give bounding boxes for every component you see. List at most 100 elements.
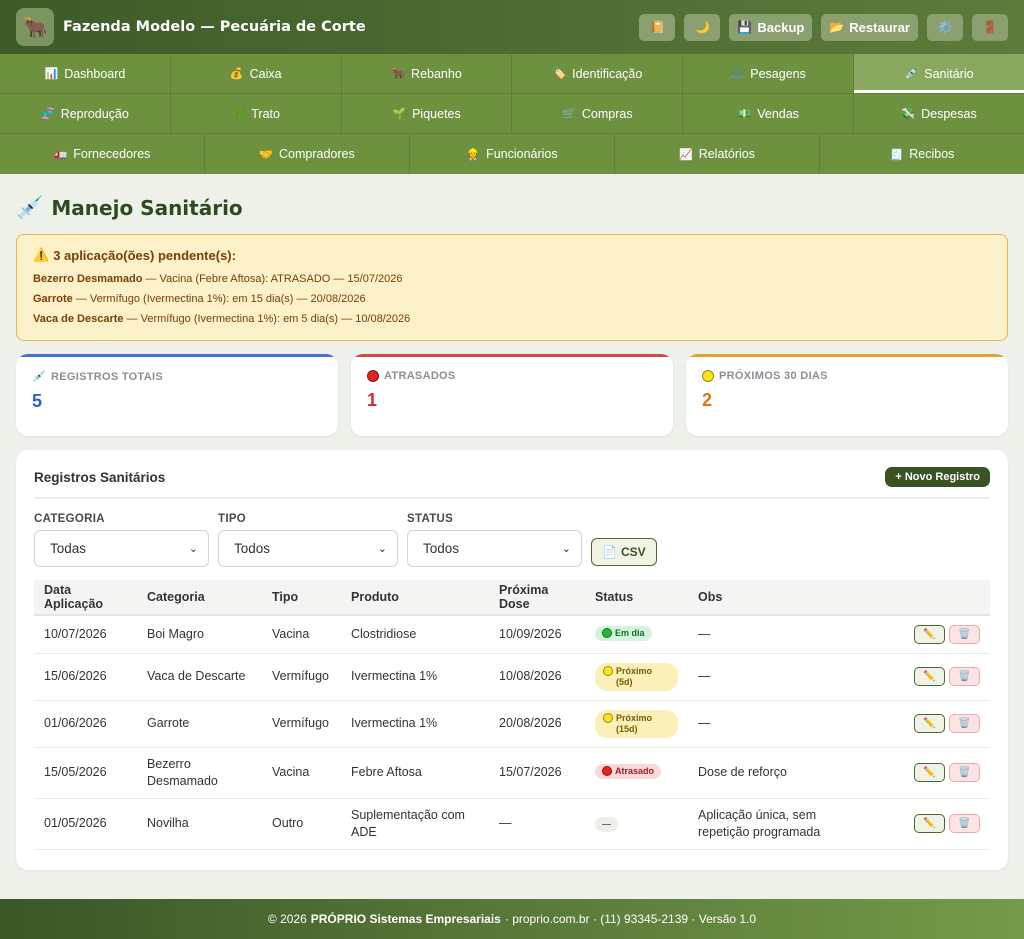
theme-toggle-button[interactable]: 🌙 (684, 13, 721, 41)
cell-data: 01/06/2026 (34, 700, 137, 748)
table-row: 10/07/2026 Boi Magro Vacina Clostridiose… (34, 615, 990, 654)
backup-label: Backup (757, 19, 805, 35)
table-row: 15/06/2026 Vaca de Descarte Vermífugo Iv… (34, 653, 990, 701)
banknote-icon: 💵 (737, 108, 752, 120)
status-text: Atrasado (615, 765, 655, 776)
status-badge: — (595, 817, 618, 832)
floppy-icon: 💾 (737, 20, 753, 34)
settings-button[interactable]: ⚙️ (927, 13, 963, 41)
delete-button[interactable]: 🗑️ (949, 814, 980, 833)
tab-trato[interactable]: 🌿 Trato (171, 94, 342, 133)
app-title: Fazenda Modelo — Pecuária de Corte (63, 19, 366, 35)
nav-row-1: 📊 Dashboard 💰 Caixa 🐂 Rebanho 🏷️ Identificaç… (0, 54, 1024, 94)
pending-alert: ⚠️ 3 aplicação(ões) pendente(s): Bezerro… (16, 234, 1008, 341)
footer-copyright: © 2026 (267, 912, 307, 926)
dna-icon: 🧬 (41, 108, 55, 120)
csv-export-button[interactable]: 📄 CSV (591, 538, 657, 566)
table-header-row: Data Aplicação Categoria Tipo Produto Pr… (34, 580, 990, 616)
cell-tipo: Vermífugo (262, 700, 341, 748)
cell-data: 15/05/2026 (34, 747, 137, 799)
delete-button[interactable]: 🗑️ (949, 667, 980, 686)
filter-status: STATUS Todos ⌄ (407, 513, 582, 567)
stat-value: 1 (367, 390, 378, 410)
receipt-icon: 🧾 (889, 148, 904, 161)
delete-button[interactable]: 🗑️ (949, 714, 980, 733)
cell-proxima: 10/08/2026 (489, 653, 585, 701)
cell-proxima: 20/08/2026 (489, 700, 585, 748)
backup-button[interactable]: 💾 Backup (729, 13, 813, 41)
panel-header: Registros Sanitários + Novo Registro (34, 467, 990, 499)
tab-pesagens[interactable]: ⚖️ Pesagens (683, 54, 855, 93)
tipo-select[interactable]: Todos ⌄ (218, 530, 398, 567)
col-header: Tipo (262, 580, 341, 616)
cell-tipo: Vacina (262, 615, 341, 654)
green-circle-icon (602, 628, 612, 638)
filter-tipo: TIPO Todos ⌄ (218, 513, 398, 567)
tab-identificacao[interactable]: 🏷️ Identificação (512, 54, 684, 93)
edit-button[interactable]: ✏️ (914, 624, 945, 644)
edit-button[interactable]: ✏️ (914, 714, 945, 733)
tab-compradores[interactable]: 🤝 Compradores (205, 134, 410, 174)
cell-obs: — (688, 653, 878, 701)
cell-obs: Aplicação única, sem repetição programad… (688, 798, 878, 850)
logout-button[interactable]: 🚪 (972, 13, 1008, 41)
cell-proxima: 15/07/2026 (489, 747, 585, 799)
tab-fornecedores[interactable]: 🚛 Fornecedores (0, 134, 205, 174)
tab-rebanho[interactable]: 🐂 Rebanho (342, 54, 513, 93)
tab-caixa[interactable]: 💰 Caixa (171, 54, 342, 93)
yellow-circle-icon (603, 712, 613, 723)
categoria-select[interactable]: Todas ⌄ (34, 530, 209, 567)
status-text: Próximo (5d) (616, 665, 653, 687)
delete-button[interactable]: 🗑️ (949, 763, 980, 782)
tab-label: Reprodução (60, 106, 129, 121)
delete-button[interactable]: 🗑️ (949, 624, 980, 644)
scale-icon: ⚖️ (730, 68, 745, 80)
red-circle-icon (602, 766, 612, 777)
gear-icon: ⚙️ (937, 20, 953, 34)
notes-button[interactable]: 📔 (639, 13, 676, 41)
cell-categoria: Bezerro Desmamado (137, 747, 262, 799)
tab-vendas[interactable]: 💵 Vendas (683, 94, 855, 133)
tab-reproducao[interactable]: 🧬 Reprodução (0, 94, 171, 133)
tab-label: Caixa (249, 66, 282, 81)
alert-line: Bezerro Desmamado — Vacina (Febre Aftosa… (33, 269, 991, 289)
syringe-icon: 💉 (904, 68, 919, 80)
status-badge: Próximo (15d) (595, 709, 678, 738)
filter-label: STATUS (407, 513, 454, 525)
cell-proxima: 10/09/2026 (489, 615, 585, 654)
pencil-icon: ✏️ (923, 628, 936, 640)
tab-label: Dashboard (64, 66, 126, 81)
syringe-icon: 💉 (32, 371, 46, 383)
tab-funcionarios[interactable]: 👷 Funcionários (410, 134, 615, 174)
footer-company: PRÓPRIO Sistemas Empresariais (310, 912, 501, 926)
cell-obs: — (688, 615, 878, 654)
tab-piquetes[interactable]: 🌱 Piquetes (342, 94, 513, 133)
new-record-button[interactable]: + Novo Registro (885, 467, 990, 487)
chevron-down-icon: ⌄ (188, 543, 198, 555)
cart-icon: 🛒 (562, 108, 576, 120)
seedling-icon: 🌱 (392, 108, 407, 120)
status-select[interactable]: Todos ⌄ (407, 530, 582, 567)
tab-label: Relatórios (698, 147, 755, 161)
edit-button[interactable]: ✏️ (914, 667, 945, 686)
alert-animal: Vaca de Descarte (33, 313, 124, 325)
moon-icon: 🌙 (694, 20, 710, 34)
tab-sanitario[interactable]: 💉 Sanitário (854, 54, 1024, 93)
tab-relatorios[interactable]: 📈 Relatórios (615, 134, 820, 174)
trash-icon: 🗑️ (958, 767, 971, 778)
nav-row-2: 🧬 Reprodução 🌿 Trato 🌱 Piquetes 🛒 Compras 💵 V… (0, 94, 1024, 134)
restore-button[interactable]: 📂 Restaurar (821, 13, 918, 41)
tab-recibos[interactable]: 🧾 Recibos (820, 134, 1024, 174)
edit-button[interactable]: ✏️ (914, 763, 945, 782)
status-badge: Próximo (5d) (595, 662, 678, 691)
trash-icon: 🗑️ (958, 818, 971, 829)
tab-despesas[interactable]: 💸 Despesas (854, 94, 1024, 133)
col-header: Data Aplicação (34, 580, 137, 616)
money-wings-icon: 💸 (901, 108, 916, 120)
tab-compras[interactable]: 🛒 Compras (512, 94, 684, 133)
tab-dashboard[interactable]: 📊 Dashboard (0, 54, 171, 93)
select-value: Todas (50, 541, 87, 556)
tab-label: Rebanho (411, 66, 462, 81)
edit-button[interactable]: ✏️ (914, 814, 945, 833)
tab-label: Compradores (278, 147, 355, 161)
